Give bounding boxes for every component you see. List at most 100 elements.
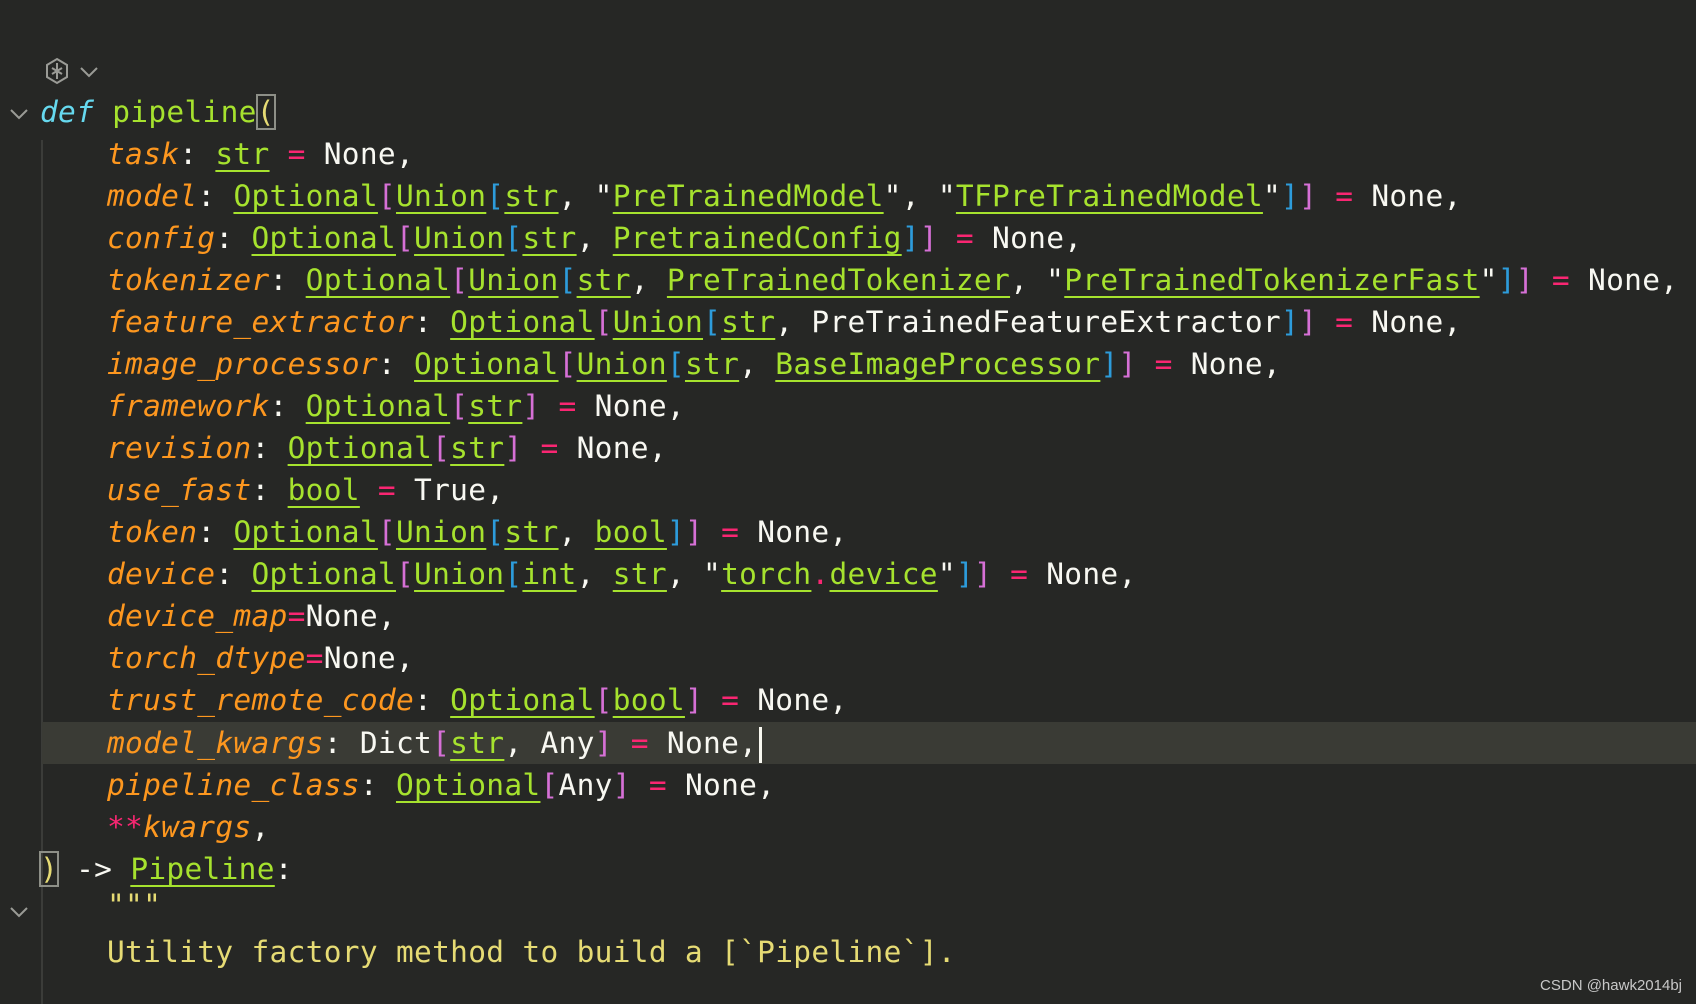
type-name: Optional	[233, 515, 378, 549]
type-name: device	[829, 557, 938, 591]
param-name: config	[107, 221, 216, 255]
default-value: None	[323, 137, 396, 171]
default-value: None	[1371, 305, 1444, 339]
param-line: feature_extractor: Optional[Union[str, P…	[107, 305, 1462, 339]
type-name: Union	[395, 179, 487, 213]
param-name: image_processor	[107, 347, 378, 381]
param-line: tokenizer: Optional[Union[str, PreTraine…	[107, 263, 1679, 297]
type-name: str	[684, 347, 740, 381]
kwargs-stars: **	[107, 810, 144, 844]
param-name: kwargs	[143, 810, 252, 844]
default-value: None	[1046, 557, 1119, 591]
type-name: PreTrainedTokenizerFast	[1064, 263, 1480, 297]
open-paren: (	[255, 94, 276, 130]
default-value: None	[757, 683, 830, 717]
param-name: torch_dtype	[107, 641, 306, 675]
fold-chevron-icon[interactable]	[8, 106, 30, 122]
type-name: Union	[576, 347, 667, 381]
param-name: tokenizer	[107, 263, 270, 297]
type-name: Union	[612, 305, 704, 339]
param-name: feature_extractor	[107, 305, 415, 339]
default-value: True	[414, 473, 487, 507]
type-name: Optional	[305, 263, 451, 297]
type-name: PretrainedConfig	[612, 221, 902, 255]
close-paren: )	[38, 851, 60, 887]
code-line-def: def pipeline(	[40, 91, 276, 133]
return-type: Pipeline	[130, 852, 275, 886]
type-name: str	[468, 389, 523, 423]
def-keyword: def	[40, 95, 95, 129]
param-line: token: Optional[Union[str, bool]] = None…	[107, 515, 848, 549]
type-name: Union	[414, 221, 505, 255]
type-name: Optional	[233, 179, 378, 213]
param-line: torch_dtype=None,	[107, 641, 415, 675]
type-name: Union	[468, 263, 559, 297]
type-name: str	[450, 726, 505, 760]
param-line: pipeline_class: Optional[Any] = None,	[107, 768, 776, 802]
type-name: torch	[721, 557, 812, 591]
text-cursor	[759, 726, 763, 763]
chevron-down-icon[interactable]	[78, 64, 100, 80]
param-name: token	[107, 515, 198, 549]
watermark: CSDN @hawk2014bj	[1540, 977, 1682, 994]
type-name: Optional	[251, 221, 396, 255]
default-value: None	[323, 641, 396, 675]
param-line: task: str = None,	[107, 137, 415, 171]
type-name: str	[576, 263, 631, 297]
default-value: None	[1588, 263, 1661, 297]
param-name: revision	[107, 431, 252, 465]
param-name: model_kwargs	[107, 726, 324, 760]
type-name: Union	[395, 515, 487, 549]
param-name: use_fast	[107, 473, 252, 507]
fold-chevron-icon[interactable]	[8, 904, 30, 920]
type-name: Dict	[359, 726, 433, 760]
type-name: Optional	[395, 768, 541, 802]
type-name: Union	[414, 557, 505, 591]
type-name: PreTrainedModel	[612, 179, 884, 213]
param-line: device: Optional[Union[int, str, "torch.…	[107, 557, 1137, 591]
type-name: PreTrainedTokenizer	[666, 263, 1011, 297]
docstring-quotes: """	[107, 888, 162, 922]
type-name: Optional	[450, 683, 595, 717]
type-name: Optional	[251, 557, 396, 591]
param-line: framework: Optional[str] = None,	[107, 389, 685, 423]
param-line-current: model_kwargs: Dict[str, Any] = None,	[107, 722, 763, 764]
param-line: image_processor: Optional[Union[str, Bas…	[107, 347, 1281, 381]
param-name: pipeline_class	[107, 768, 360, 802]
type-name: str	[215, 137, 270, 171]
type-name: bool	[594, 515, 667, 549]
type-name: BaseImageProcessor	[775, 347, 1101, 381]
docstring-line: Utility factory method to build a [`Pipe…	[107, 931, 956, 973]
type-name: int	[522, 557, 577, 591]
type-name: str	[612, 557, 667, 591]
ai-assistant-icon[interactable]	[42, 56, 72, 86]
param-name: trust_remote_code	[107, 683, 415, 717]
param-name: model	[107, 179, 198, 213]
default-value: None	[684, 768, 758, 802]
code-editor[interactable]: def pipeline( task: str = None, model: O…	[0, 0, 1696, 1004]
param-line: revision: Optional[str] = None,	[107, 431, 667, 465]
function-name: pipeline	[112, 95, 257, 129]
param-name: task	[107, 137, 180, 171]
type-name: bool	[612, 683, 685, 717]
default-value: None	[992, 221, 1065, 255]
type-name: str	[504, 179, 559, 213]
param-line: model: Optional[Union[str, "PreTrainedMo…	[107, 179, 1462, 213]
default-value: None	[594, 389, 667, 423]
docstring-open: """	[107, 888, 161, 922]
type-name: str	[522, 221, 577, 255]
type-name: str	[721, 305, 776, 339]
code-line-return: ) -> Pipeline:	[38, 851, 293, 887]
docstring-text: Utility factory method to build a [`Pipe…	[107, 935, 956, 969]
default-value: None	[666, 726, 740, 760]
type-name: PreTrainedFeatureExtractor	[811, 305, 1281, 339]
default-value: None	[576, 431, 649, 465]
type-name: Optional	[450, 305, 595, 339]
param-line: **kwargs,	[107, 810, 270, 844]
type-name: Any	[540, 726, 595, 760]
default-value: None	[1371, 179, 1444, 213]
default-value: None	[1190, 347, 1263, 381]
type-name: Any	[558, 768, 613, 802]
param-line: trust_remote_code: Optional[bool] = None…	[107, 683, 848, 717]
default-value: None	[305, 599, 378, 633]
